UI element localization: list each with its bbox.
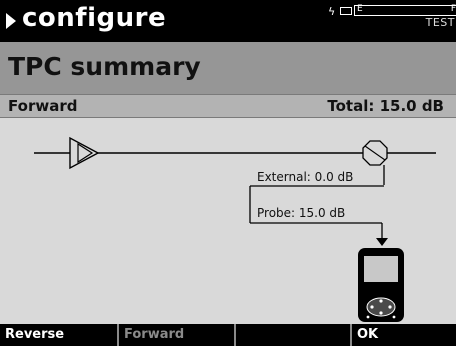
battery-bar: E F xyxy=(354,4,456,16)
external-label: External: 0.0 dB xyxy=(257,170,354,184)
mode-label: TEST xyxy=(425,16,455,29)
softkey-bar: Reverse Forward OK xyxy=(0,324,456,346)
softkey-reverse[interactable]: Reverse xyxy=(0,324,117,346)
panel-title: TPC summary xyxy=(8,52,201,81)
lightning-icon: ϟ xyxy=(328,5,336,18)
top-bar: configure ϟ E F TEST xyxy=(0,0,456,42)
softkey-empty[interactable] xyxy=(234,324,350,346)
amplifier-icon xyxy=(69,136,100,170)
softkey-forward[interactable]: Forward xyxy=(117,324,234,346)
panel-header: TPC summary xyxy=(0,42,456,94)
summary-bar: Forward Total: 15.0 dB xyxy=(0,94,456,118)
signal-diagram: External: 0.0 dB Probe: 15.0 dB xyxy=(0,118,456,324)
status-area: ϟ E F TEST xyxy=(306,4,456,38)
play-arrow-icon xyxy=(6,13,16,29)
probe-device-icon xyxy=(358,248,404,322)
softkey-ok[interactable]: OK xyxy=(350,324,456,346)
diagram-drawing xyxy=(34,136,436,322)
app-title: configure xyxy=(22,3,167,33)
attenuator-icon xyxy=(362,140,388,166)
status-indicator-right: F xyxy=(450,4,456,14)
direction-label: Forward xyxy=(8,97,78,115)
total-label: Total: 15.0 dB xyxy=(327,97,444,115)
status-indicator: E xyxy=(357,4,363,14)
plug-icon xyxy=(340,7,352,15)
probe-label: Probe: 15.0 dB xyxy=(257,206,346,220)
